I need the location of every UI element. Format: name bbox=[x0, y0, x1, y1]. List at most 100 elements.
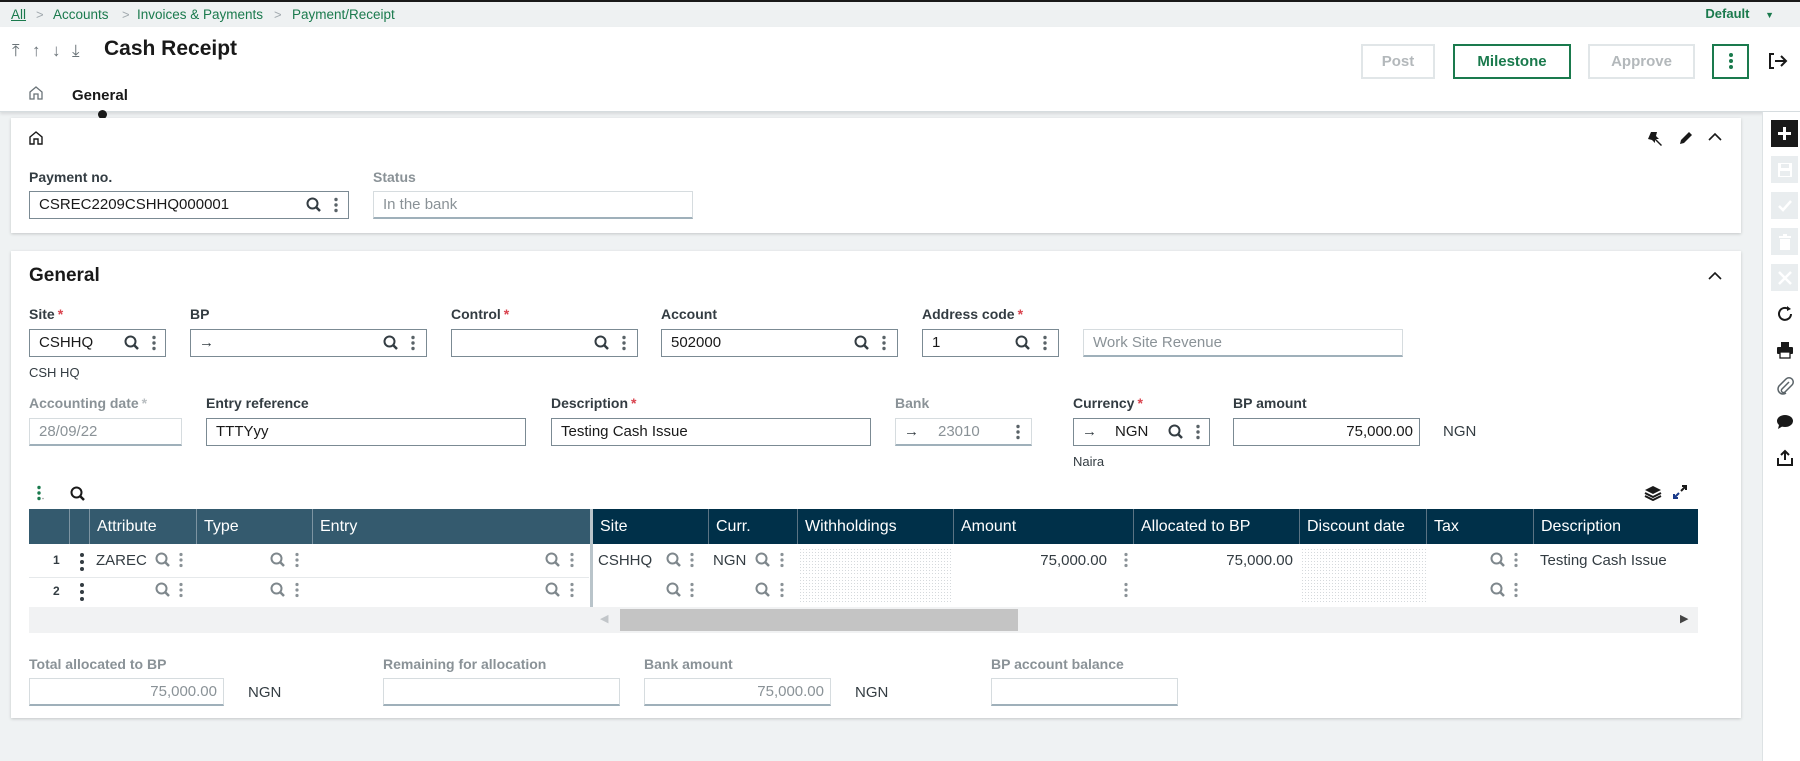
search-icon[interactable] bbox=[270, 582, 286, 598]
layers-icon[interactable] bbox=[1644, 485, 1662, 501]
cell-currency[interactable]: NGN bbox=[713, 552, 746, 569]
home-icon[interactable] bbox=[28, 85, 44, 101]
more-vertical-icon[interactable] bbox=[1195, 424, 1201, 440]
search-icon[interactable] bbox=[545, 552, 561, 568]
breadcrumb-all[interactable]: All bbox=[11, 7, 26, 22]
grid-header-amount[interactable]: Amount bbox=[954, 509, 1134, 544]
grid-header-attribute[interactable]: Attribute bbox=[90, 509, 197, 544]
more-vertical-icon[interactable] bbox=[689, 582, 695, 598]
search-icon[interactable] bbox=[1490, 552, 1506, 568]
comments-button[interactable] bbox=[1771, 408, 1798, 435]
profile-selector[interactable]: Default ▼ bbox=[1705, 6, 1774, 21]
search-icon[interactable] bbox=[155, 582, 171, 598]
approve-button[interactable]: Approve bbox=[1588, 44, 1695, 79]
more-vertical-icon[interactable] bbox=[1123, 552, 1129, 568]
site-field[interactable]: CSHHQ bbox=[29, 329, 166, 357]
control-field[interactable] bbox=[451, 329, 638, 357]
grid-header-withholdings[interactable]: Withholdings bbox=[798, 509, 954, 544]
address-code-field[interactable]: 1 bbox=[922, 329, 1059, 357]
exit-icon[interactable] bbox=[1768, 52, 1788, 70]
grid-header-description[interactable]: Description bbox=[1534, 509, 1698, 544]
more-vertical-icon[interactable] bbox=[779, 552, 785, 568]
breadcrumb-accounts[interactable]: Accounts bbox=[53, 7, 109, 22]
cell-site[interactable]: CSHHQ bbox=[598, 552, 652, 569]
search-icon[interactable] bbox=[155, 552, 171, 568]
search-icon[interactable] bbox=[755, 552, 771, 568]
entry-reference-field[interactable]: TTTYyy bbox=[206, 418, 526, 446]
grid-header-discount-date[interactable]: Discount date bbox=[1300, 509, 1427, 544]
cell-allocated-to-bp[interactable]: 75,000.00 bbox=[1134, 552, 1293, 569]
row-actions-icon[interactable] bbox=[77, 582, 91, 602]
search-icon[interactable] bbox=[666, 552, 682, 568]
more-vertical-icon[interactable] bbox=[151, 335, 157, 351]
previous-record-icon[interactable]: ↑ bbox=[32, 41, 41, 61]
create-button[interactable] bbox=[1771, 120, 1798, 147]
expand-icon[interactable] bbox=[1672, 484, 1688, 500]
cell-amount[interactable]: 75,000.00 bbox=[954, 552, 1107, 569]
search-icon[interactable] bbox=[755, 582, 771, 598]
more-vertical-icon[interactable] bbox=[333, 197, 339, 213]
tab-general[interactable]: General bbox=[72, 87, 128, 104]
payment-no-field[interactable]: CSREC2209CSHHQ000001 bbox=[29, 191, 349, 219]
grid-header-currency[interactable]: Curr. bbox=[709, 509, 798, 544]
more-vertical-icon[interactable] bbox=[1123, 582, 1129, 598]
attachment-button[interactable] bbox=[1771, 372, 1798, 399]
bp-field[interactable]: → bbox=[190, 329, 427, 357]
account-field[interactable]: 502000 bbox=[661, 329, 898, 357]
save-button[interactable] bbox=[1771, 156, 1798, 183]
grid-header-entry[interactable]: Entry bbox=[313, 509, 591, 544]
scroll-left-icon[interactable]: ◀ bbox=[600, 612, 608, 625]
grid-horizontal-scrollbar[interactable]: ◀ ▶ bbox=[29, 607, 1698, 633]
search-icon[interactable] bbox=[666, 582, 682, 598]
search-icon[interactable] bbox=[270, 552, 286, 568]
search-icon[interactable] bbox=[854, 335, 870, 351]
description-field[interactable]: Testing Cash Issue bbox=[551, 418, 871, 446]
search-icon[interactable] bbox=[306, 197, 322, 213]
delete-button[interactable] bbox=[1771, 228, 1798, 255]
grid-header-type[interactable]: Type bbox=[197, 509, 313, 544]
search-icon[interactable] bbox=[594, 335, 610, 351]
collapse-chevron-icon[interactable] bbox=[1708, 132, 1722, 142]
more-vertical-icon[interactable] bbox=[178, 552, 184, 568]
more-vertical-icon[interactable] bbox=[881, 335, 887, 351]
more-vertical-icon[interactable] bbox=[294, 582, 300, 598]
arrow-right-icon[interactable]: → bbox=[199, 330, 214, 356]
milestone-button[interactable]: Milestone bbox=[1453, 44, 1571, 79]
breadcrumb-invoices-payments[interactable]: Invoices & Payments bbox=[137, 7, 263, 22]
more-vertical-icon[interactable] bbox=[569, 552, 575, 568]
cell-description[interactable]: Testing Cash Issue bbox=[1540, 552, 1667, 569]
edit-pencil-icon[interactable] bbox=[1678, 130, 1694, 146]
search-icon[interactable] bbox=[1015, 335, 1031, 351]
arrow-right-icon[interactable]: → bbox=[1082, 419, 1097, 445]
search-icon[interactable] bbox=[124, 335, 140, 351]
more-vertical-icon[interactable] bbox=[1015, 424, 1021, 440]
export-button[interactable] bbox=[1771, 444, 1798, 471]
validate-button[interactable] bbox=[1771, 192, 1798, 219]
grid-options-icon[interactable] bbox=[36, 485, 44, 501]
more-vertical-icon[interactable] bbox=[410, 335, 416, 351]
grid-header-allocated-to-bp[interactable]: Allocated to BP bbox=[1134, 509, 1300, 544]
more-vertical-icon[interactable] bbox=[689, 552, 695, 568]
row-actions-icon[interactable] bbox=[77, 552, 91, 572]
search-icon[interactable] bbox=[545, 582, 561, 598]
more-vertical-icon[interactable] bbox=[621, 335, 627, 351]
more-vertical-icon[interactable] bbox=[178, 582, 184, 598]
bp-amount-field[interactable]: 75,000.00 bbox=[1233, 418, 1420, 446]
more-vertical-icon[interactable] bbox=[294, 552, 300, 568]
more-vertical-icon[interactable] bbox=[779, 582, 785, 598]
search-icon[interactable] bbox=[1490, 582, 1506, 598]
collapse-chevron-icon[interactable] bbox=[1708, 271, 1722, 281]
print-button[interactable] bbox=[1771, 336, 1798, 363]
scrollbar-thumb[interactable] bbox=[620, 609, 1018, 631]
search-icon[interactable] bbox=[1168, 424, 1184, 440]
pin-icon[interactable] bbox=[1648, 130, 1664, 146]
post-button[interactable]: Post bbox=[1361, 44, 1435, 79]
breadcrumb-payment-receipt[interactable]: Payment/Receipt bbox=[292, 7, 395, 22]
last-record-icon[interactable]: ⤓ bbox=[72, 41, 80, 61]
currency-field[interactable]: → NGN bbox=[1073, 418, 1210, 446]
more-vertical-icon[interactable] bbox=[569, 582, 575, 598]
grid-header-tax[interactable]: Tax bbox=[1427, 509, 1534, 544]
more-vertical-icon[interactable] bbox=[1513, 582, 1519, 598]
scroll-right-icon[interactable]: ▶ bbox=[1680, 612, 1688, 625]
first-record-icon[interactable]: ⤒ bbox=[12, 41, 20, 61]
